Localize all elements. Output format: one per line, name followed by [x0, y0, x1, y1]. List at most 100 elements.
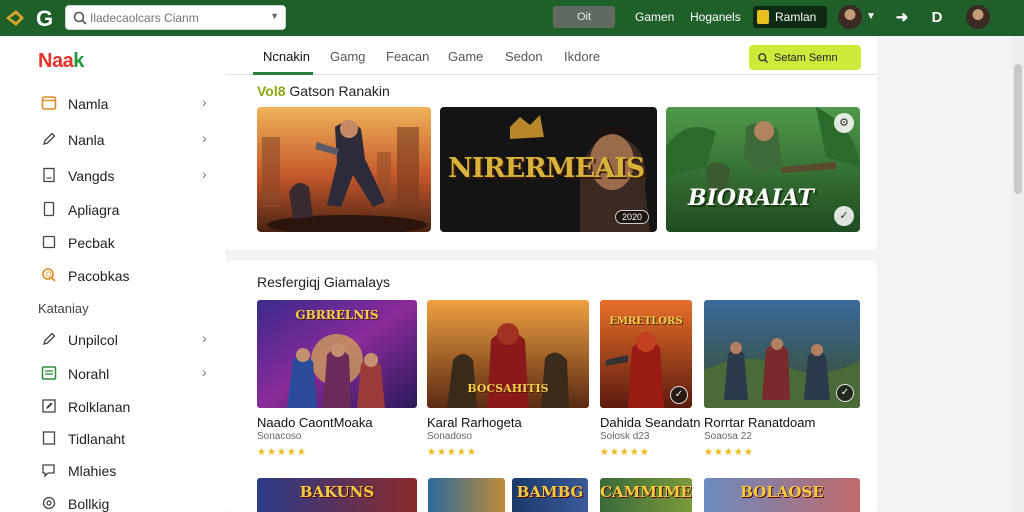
- notification-icon[interactable]: ➜: [892, 8, 912, 28]
- game-thumbnail[interactable]: [428, 478, 505, 512]
- sidebar-item-rolklanan[interactable]: Rolklanan: [0, 391, 226, 421]
- thumbnail-title: CAMMIME: [600, 483, 692, 501]
- tab-ikdore[interactable]: Ikdore: [564, 49, 600, 64]
- account-badge-button[interactable]: Ramlan: [753, 6, 827, 28]
- avatar[interactable]: [838, 5, 862, 29]
- brand-text: Naa: [38, 50, 74, 72]
- settings-icon[interactable]: ⚙: [834, 113, 854, 133]
- game-title: Naado CaontMoaka: [257, 415, 373, 430]
- sidebar-item-tidlanaht[interactable]: Tidlanaht: [0, 423, 226, 453]
- top-link-hotels[interactable]: Hoganels: [690, 10, 741, 24]
- game-thumbnail[interactable]: GBRRELNIS: [257, 300, 417, 408]
- game-card[interactable]: GBRRELNIS Naado CaontMoaka Sonacoso ★★★★…: [257, 300, 417, 460]
- top-link-games[interactable]: Gamen: [635, 10, 674, 24]
- game-thumbnail[interactable]: BAKUNS: [257, 478, 417, 512]
- game-thumbnail[interactable]: CAMMIME: [600, 478, 692, 512]
- page-icon: [43, 167, 55, 183]
- list-icon: [41, 366, 57, 380]
- game-title: Dahida Seandatn: [600, 415, 701, 430]
- pen-icon: [43, 332, 56, 345]
- featured-title-text: Gatson Ranakin: [289, 83, 390, 99]
- game-thumbnail[interactable]: BOCSAHITIS: [427, 300, 589, 408]
- search-input[interactable]: [90, 9, 266, 27]
- thumbnail-title: BOLAOSE: [740, 483, 824, 501]
- thumbnail-title: EMRETLORS: [609, 316, 683, 327]
- tab-gamg[interactable]: Gamg: [330, 49, 365, 64]
- sidebar-item-nanla[interactable]: Nanla ›: [0, 124, 226, 154]
- sidebar-item-label: Vangds: [68, 168, 115, 184]
- thumbnail-title: BOCSAHITIS: [467, 382, 549, 395]
- banner-art: [666, 107, 860, 232]
- chevron-down-icon[interactable]: ▼: [866, 11, 876, 22]
- tab-game[interactable]: Game: [448, 49, 483, 64]
- sidebar-item-label: Unpilcol: [68, 332, 118, 348]
- banner-title: NIRERMEAIS: [448, 153, 645, 184]
- thumbnail-title: BAMBG: [516, 483, 584, 501]
- chevron-right-icon: ›: [202, 364, 207, 380]
- check-icon[interactable]: ✓: [836, 384, 854, 402]
- check-icon[interactable]: ✓: [670, 386, 688, 404]
- sidebar-item-namla[interactable]: Namla ›: [0, 88, 226, 118]
- recommended-title: Resfergiqj Giamalays: [257, 274, 391, 290]
- brand-logo[interactable]: Naak: [38, 50, 84, 73]
- game-title: Karal Rarhogeta: [427, 415, 522, 430]
- window-icon: [41, 96, 57, 110]
- game-thumbnail[interactable]: EMRETLORS ✓: [600, 300, 692, 408]
- app-logo-icon[interactable]: G: [4, 5, 58, 31]
- game-subtitle: Sonadoso: [427, 431, 473, 442]
- tab-ncnakin[interactable]: Ncnakin: [263, 49, 310, 64]
- game-thumbnail[interactable]: BOLAOSE: [704, 478, 860, 512]
- rating-stars: ★★★★★: [600, 447, 650, 458]
- banner-chip: 2020: [614, 210, 649, 224]
- search-icon: [758, 52, 768, 63]
- chat-icon: [42, 464, 55, 478]
- sidebar-item-mlahies[interactable]: Mlahies: [0, 455, 226, 485]
- game-subtitle: Soaosa 22: [704, 431, 752, 442]
- chevron-right-icon: ›: [202, 130, 207, 146]
- game-card[interactable]: EMRETLORS ✓ Dahida Seandatn Solosk d23 ★…: [600, 300, 700, 460]
- game-card[interactable]: BOCSAHITIS Karal Rarhogeta Sonadoso ★★★★…: [427, 300, 589, 460]
- magnifier-icon: Q: [42, 268, 56, 282]
- game-card[interactable]: ✓ Rorrtar Ranatdoam Soaosa 22 ★★★★★: [704, 300, 860, 460]
- sidebar-item-label: Rolklanan: [68, 399, 131, 415]
- game-thumbnail[interactable]: BAMBG: [512, 478, 588, 512]
- profile-avatar[interactable]: [966, 5, 990, 29]
- featured-banner-2[interactable]: NIRERMEAIS 2020: [440, 107, 657, 232]
- sidebar-item-label: Bollkig: [68, 496, 110, 512]
- d-logo-icon[interactable]: D: [927, 8, 947, 28]
- banner-art: [257, 107, 431, 232]
- sidebar-item-vangds[interactable]: Vangds ›: [0, 160, 226, 190]
- pen-icon: [43, 132, 56, 145]
- search-games-button[interactable]: Setam Semn: [749, 45, 861, 70]
- scrollbar[interactable]: [1012, 36, 1024, 512]
- game-subtitle: Solosk d23: [600, 431, 650, 442]
- thumbnail-title: BAKUNS: [299, 483, 375, 501]
- sidebar-item-pecbak[interactable]: Pecbak: [0, 227, 226, 257]
- sidebar-item-apliagra[interactable]: Apliagra: [0, 194, 226, 224]
- sidebar-section-label: Kataniay: [38, 301, 89, 316]
- featured-banner-3[interactable]: BIORAIAT ⚙ ✓: [666, 107, 860, 232]
- featured-banner-1[interactable]: [257, 107, 431, 232]
- search-icon: [73, 11, 87, 25]
- sidebar-item-label: Nanla: [68, 132, 105, 148]
- box-icon: [43, 201, 55, 217]
- featured-panel: Vol8 Gatson Ranakin NIRERMEAIS 2020 BIOR…: [226, 75, 877, 250]
- chevron-down-icon[interactable]: ▼: [270, 11, 279, 21]
- check-icon[interactable]: ✓: [834, 206, 854, 226]
- top-pill-button[interactable]: Oit: [553, 6, 615, 28]
- search-box[interactable]: ▼: [65, 5, 286, 30]
- sidebar-item-label: Norahl: [68, 366, 110, 382]
- banner-title: BIORAIAT: [688, 185, 814, 211]
- sidebar-item-label: Mlahies: [68, 463, 117, 479]
- sidebar-item-pacobkas[interactable]: Q Pacobkas: [0, 260, 226, 290]
- thumbnail-title: GBRRELNIS: [295, 308, 379, 322]
- sidebar-item-norahl[interactable]: Norahl ›: [0, 358, 226, 388]
- sidebar-item-bollkig[interactable]: Bollkig: [0, 488, 226, 512]
- sidebar-item-unpilcol[interactable]: Unpilcol ›: [0, 324, 226, 354]
- tab-feacan[interactable]: Feacan: [386, 49, 429, 64]
- tab-sedon[interactable]: Sedon: [505, 49, 543, 64]
- scrollbar-thumb[interactable]: [1014, 64, 1022, 194]
- rating-stars: ★★★★★: [427, 447, 477, 458]
- rating-stars: ★★★★★: [704, 447, 754, 458]
- game-thumbnail[interactable]: ✓: [704, 300, 860, 408]
